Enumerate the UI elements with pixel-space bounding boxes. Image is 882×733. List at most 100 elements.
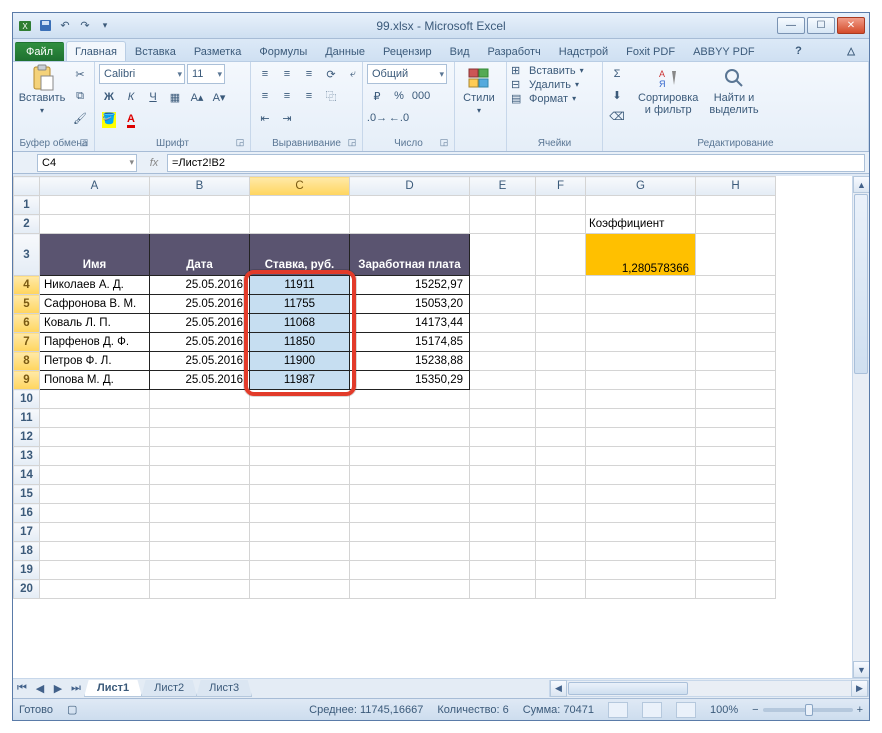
cell-H3[interactable] bbox=[696, 234, 776, 276]
cell-C13[interactable] bbox=[250, 447, 350, 466]
cell-A20[interactable] bbox=[40, 580, 150, 599]
row-header-12[interactable]: 12 bbox=[14, 428, 40, 447]
number-launcher-icon[interactable]: ◲ bbox=[438, 137, 450, 149]
cell-F11[interactable] bbox=[536, 409, 586, 428]
cell-H1[interactable] bbox=[696, 196, 776, 215]
cell-D15[interactable] bbox=[350, 485, 470, 504]
cell-F4[interactable] bbox=[536, 276, 586, 295]
qat-customize-icon[interactable]: ▾ bbox=[97, 18, 113, 34]
col-header-H[interactable]: H bbox=[696, 177, 776, 196]
cell-F5[interactable] bbox=[536, 295, 586, 314]
cell-F12[interactable] bbox=[536, 428, 586, 447]
cell-A8[interactable]: Петров Ф. Л. bbox=[40, 352, 150, 371]
increase-indent-icon[interactable]: ⇥ bbox=[277, 108, 297, 128]
col-header-A[interactable]: A bbox=[40, 177, 150, 196]
cell-C1[interactable] bbox=[250, 196, 350, 215]
col-header-B[interactable]: B bbox=[150, 177, 250, 196]
tab-foxit pdf[interactable]: Foxit PDF bbox=[617, 41, 684, 61]
cell-A13[interactable] bbox=[40, 447, 150, 466]
format-painter-icon[interactable]: 🖌 bbox=[70, 108, 90, 128]
row-header-9[interactable]: 9 bbox=[14, 371, 40, 390]
cell-C17[interactable] bbox=[250, 523, 350, 542]
view-pagebreak-icon[interactable] bbox=[676, 702, 696, 718]
cell-D8[interactable]: 15238,88 bbox=[350, 352, 470, 371]
cell-D20[interactable] bbox=[350, 580, 470, 599]
worksheet-grid[interactable]: ABCDEFGH12Коэффициент3ИмяДатаСтавка, руб… bbox=[13, 176, 869, 678]
hscroll-thumb[interactable] bbox=[568, 682, 688, 695]
horizontal-scrollbar[interactable]: ◀ ▶ bbox=[549, 680, 869, 697]
cell-C9[interactable]: 11987 bbox=[250, 371, 350, 390]
cell-A9[interactable]: Попова М. Д. bbox=[40, 371, 150, 390]
row-header-13[interactable]: 13 bbox=[14, 447, 40, 466]
cut-icon[interactable]: ✂ bbox=[70, 64, 90, 84]
align-bottom-icon[interactable]: ≡ bbox=[299, 64, 319, 84]
cell-A14[interactable] bbox=[40, 466, 150, 485]
font-color-button[interactable]: A bbox=[121, 110, 141, 130]
cell-E9[interactable] bbox=[470, 371, 536, 390]
cell-A15[interactable] bbox=[40, 485, 150, 504]
cell-C18[interactable] bbox=[250, 542, 350, 561]
cell-G13[interactable] bbox=[586, 447, 696, 466]
cell-E18[interactable] bbox=[470, 542, 536, 561]
cell-B4[interactable]: 25.05.2016 bbox=[150, 276, 250, 295]
cell-A12[interactable] bbox=[40, 428, 150, 447]
help-icon[interactable]: ? bbox=[789, 41, 808, 61]
tab-file[interactable]: Файл bbox=[15, 42, 64, 61]
currency-icon[interactable]: ₽ bbox=[367, 86, 387, 106]
cell-G18[interactable] bbox=[586, 542, 696, 561]
cells-insert-button[interactable]: ⊞Вставить▾ bbox=[511, 64, 584, 77]
row-header-15[interactable]: 15 bbox=[14, 485, 40, 504]
cell-C4[interactable]: 11911 bbox=[250, 276, 350, 295]
close-button[interactable]: ✕ bbox=[837, 17, 865, 34]
row-header-7[interactable]: 7 bbox=[14, 333, 40, 352]
col-header-D[interactable]: D bbox=[350, 177, 470, 196]
cell-G17[interactable] bbox=[586, 523, 696, 542]
col-header-F[interactable]: F bbox=[536, 177, 586, 196]
cell-G1[interactable] bbox=[586, 196, 696, 215]
underline-button[interactable]: Ч bbox=[143, 87, 163, 107]
cell-C16[interactable] bbox=[250, 504, 350, 523]
fill-color-button[interactable]: 🪣 bbox=[99, 110, 119, 130]
cell-G14[interactable] bbox=[586, 466, 696, 485]
cell-H8[interactable] bbox=[696, 352, 776, 371]
font-launcher-icon[interactable]: ◲ bbox=[234, 137, 246, 149]
cell-F13[interactable] bbox=[536, 447, 586, 466]
align-left-icon[interactable]: ≡ bbox=[255, 86, 275, 106]
font-size-combo[interactable]: 11 bbox=[187, 64, 225, 84]
autosum-icon[interactable]: Σ bbox=[607, 64, 627, 84]
cell-B13[interactable] bbox=[150, 447, 250, 466]
sort-filter-button[interactable]: АЯ Сортировка и фильтр bbox=[634, 64, 702, 118]
tab-вид[interactable]: Вид bbox=[441, 41, 479, 61]
cell-C20[interactable] bbox=[250, 580, 350, 599]
cell-E13[interactable] bbox=[470, 447, 536, 466]
view-normal-icon[interactable] bbox=[608, 702, 628, 718]
cell-E14[interactable] bbox=[470, 466, 536, 485]
view-layout-icon[interactable] bbox=[642, 702, 662, 718]
find-select-button[interactable]: Найти и выделить bbox=[705, 64, 762, 118]
row-header-18[interactable]: 18 bbox=[14, 542, 40, 561]
cell-A4[interactable]: Николаев А. Д. bbox=[40, 276, 150, 295]
cell-B3[interactable]: Дата bbox=[150, 234, 250, 276]
zoom-level[interactable]: 100% bbox=[710, 704, 738, 716]
cell-F18[interactable] bbox=[536, 542, 586, 561]
cell-B5[interactable]: 25.05.2016 bbox=[150, 295, 250, 314]
cell-D13[interactable] bbox=[350, 447, 470, 466]
clipboard-launcher-icon[interactable]: ◲ bbox=[78, 137, 90, 149]
cell-E11[interactable] bbox=[470, 409, 536, 428]
cell-B8[interactable]: 25.05.2016 bbox=[150, 352, 250, 371]
number-format-combo[interactable]: Общий bbox=[367, 64, 447, 84]
cell-A18[interactable] bbox=[40, 542, 150, 561]
cell-F19[interactable] bbox=[536, 561, 586, 580]
select-all-corner[interactable] bbox=[14, 177, 40, 196]
cell-H14[interactable] bbox=[696, 466, 776, 485]
grow-font-icon[interactable]: A▴ bbox=[187, 87, 207, 107]
cells-delete-button[interactable]: ⊟Удалить▾ bbox=[511, 78, 579, 91]
italic-button[interactable]: К bbox=[121, 87, 141, 107]
inc-decimal-icon[interactable]: .0→ bbox=[367, 108, 387, 128]
cell-H5[interactable] bbox=[696, 295, 776, 314]
fx-icon[interactable]: fx bbox=[145, 154, 163, 172]
cell-H2[interactable] bbox=[696, 215, 776, 234]
cell-D6[interactable]: 14173,44 bbox=[350, 314, 470, 333]
scroll-up-icon[interactable]: ▲ bbox=[853, 176, 869, 193]
cell-H6[interactable] bbox=[696, 314, 776, 333]
